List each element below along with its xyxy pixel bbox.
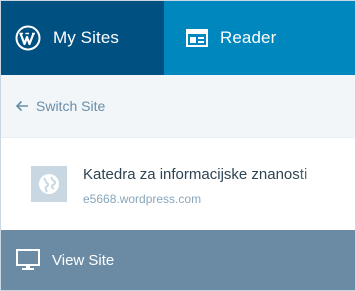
wordpress-logo-icon: [15, 25, 41, 51]
sidebar-panel: My Sites Reader Switch Site Katedra za i…: [0, 0, 356, 291]
reader-tab[interactable]: Reader: [164, 1, 355, 75]
reader-icon: [186, 29, 208, 47]
site-domain: e5668.wordpress.com: [83, 192, 202, 206]
globe-icon: [31, 166, 67, 202]
arrow-left-icon: [15, 100, 29, 112]
my-sites-label: My Sites: [53, 28, 119, 47]
site-title: Katedra za informacijske znanosti: [83, 166, 343, 183]
title-fade: [295, 166, 343, 183]
view-site-label: View Site: [52, 251, 115, 269]
switch-site-button[interactable]: Switch Site: [1, 75, 355, 138]
my-sites-tab[interactable]: My Sites: [1, 1, 164, 75]
current-site-card[interactable]: Katedra za informacijske znanosti e5668.…: [1, 138, 355, 230]
computer-icon: [15, 248, 41, 272]
switch-site-label: Switch Site: [36, 98, 106, 114]
reader-label: Reader: [220, 28, 277, 47]
view-site-button[interactable]: View Site: [1, 230, 355, 290]
site-title-text: Katedra za informacijske znanosti: [83, 166, 308, 183]
masterbar: My Sites Reader: [1, 1, 355, 75]
